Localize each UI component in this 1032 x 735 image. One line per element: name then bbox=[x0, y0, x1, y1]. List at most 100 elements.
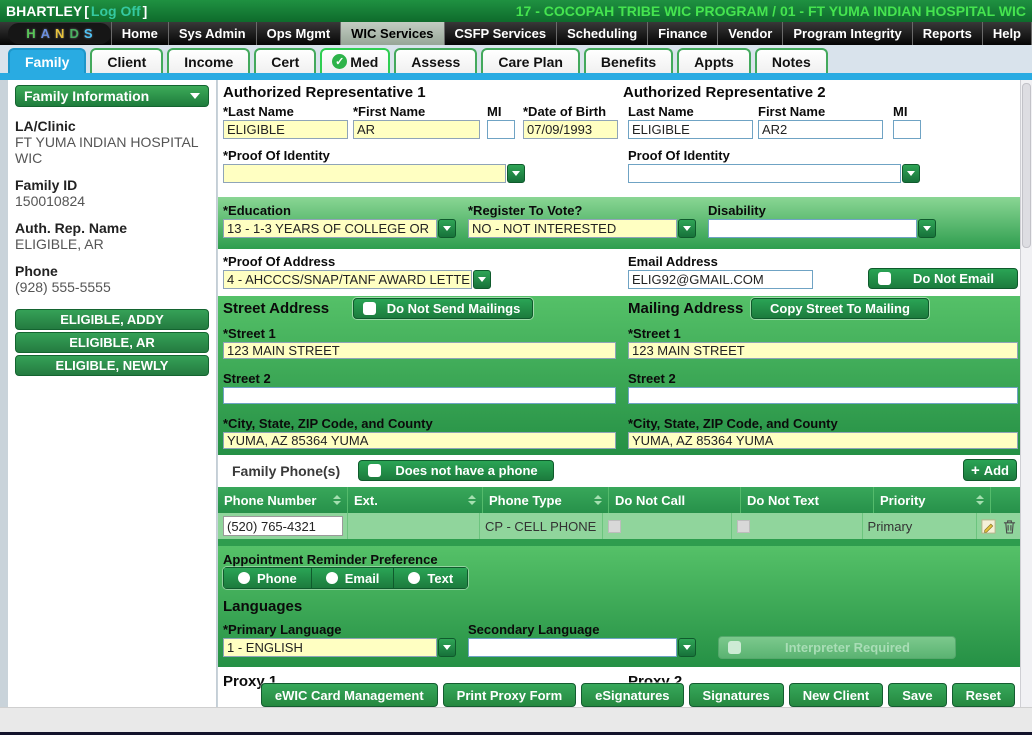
sort-icon[interactable] bbox=[329, 495, 341, 505]
mailing-street2-input[interactable] bbox=[628, 387, 1018, 404]
tab-benefits[interactable]: Benefits bbox=[584, 48, 673, 73]
tab-care-plan[interactable]: Care Plan bbox=[481, 48, 580, 73]
reminder-option-email[interactable]: Email bbox=[311, 567, 394, 589]
dropdown-arrow-icon[interactable] bbox=[507, 164, 525, 183]
family-member-button[interactable]: ELIGIBLE, ADDY bbox=[15, 309, 209, 330]
do-not-email-checkbox[interactable] bbox=[878, 272, 891, 285]
city-state-zip-input[interactable] bbox=[223, 432, 616, 449]
tab-client[interactable]: Client bbox=[90, 48, 163, 73]
tab-med[interactable]: ✓Med bbox=[320, 48, 390, 73]
column-header-do-not-text[interactable]: Do Not Text bbox=[741, 487, 874, 513]
esignatures-button[interactable]: eSignatures bbox=[581, 683, 683, 707]
scrollbar-thumb[interactable] bbox=[1022, 83, 1031, 248]
tab-family[interactable]: Family bbox=[8, 48, 86, 73]
ar2-mi-input[interactable] bbox=[893, 120, 921, 139]
menu-item-sys-admin[interactable]: Sys Admin bbox=[168, 22, 256, 45]
family-information-header[interactable]: Family Information bbox=[15, 85, 209, 107]
column-header-phone-type[interactable]: Phone Type bbox=[483, 487, 609, 513]
add-phone-button[interactable]: + Add bbox=[963, 459, 1017, 481]
tab-cert[interactable]: Cert bbox=[254, 48, 316, 73]
column-header-do-not-call[interactable]: Do Not Call bbox=[609, 487, 741, 513]
do-not-call-checkbox[interactable] bbox=[608, 520, 621, 533]
street2-input[interactable] bbox=[223, 387, 616, 404]
register-vote-select[interactable]: NO - NOT INTERESTED bbox=[468, 219, 696, 238]
no-phone-checkbox[interactable] bbox=[368, 464, 381, 477]
ar1-proof-identity-select[interactable] bbox=[223, 164, 525, 183]
email-input[interactable] bbox=[628, 270, 813, 289]
copy-street-to-mailing-button[interactable]: Copy Street To Mailing bbox=[751, 298, 929, 319]
dropdown-arrow-icon[interactable] bbox=[918, 219, 936, 238]
signatures-button[interactable]: Signatures bbox=[689, 683, 784, 707]
menu-item-program-integrity[interactable]: Program Integrity bbox=[782, 22, 911, 45]
ar1-dob-input[interactable] bbox=[523, 120, 618, 139]
mailing-street1-input[interactable] bbox=[628, 342, 1018, 359]
ar1-last-name-input[interactable] bbox=[223, 120, 348, 139]
menu-item-reports[interactable]: Reports bbox=[912, 22, 982, 45]
tab-income[interactable]: Income bbox=[167, 48, 250, 73]
med-complete-check-icon: ✓ bbox=[332, 54, 347, 69]
record-tabs: Family Client Income Cert ✓Med Assess Ca… bbox=[0, 45, 1032, 73]
column-header-ext[interactable]: Ext. bbox=[348, 487, 483, 513]
ewic-card-management-button[interactable]: eWIC Card Management bbox=[261, 683, 438, 707]
column-header-priority[interactable]: Priority bbox=[874, 487, 991, 513]
menu-item-wic-services[interactable]: WIC Services bbox=[340, 22, 443, 45]
menu-item-ops-mgmt[interactable]: Ops Mgmt bbox=[256, 22, 341, 45]
reminder-option-phone[interactable]: Phone bbox=[223, 567, 311, 589]
primary-language-select[interactable]: 1 - ENGLISH bbox=[223, 638, 456, 657]
proof-address-select[interactable]: 4 - AHCCCS/SNAP/TANF AWARD LETTER bbox=[223, 270, 491, 289]
reminder-option-text[interactable]: Text bbox=[393, 567, 468, 589]
dropdown-arrow-icon[interactable] bbox=[438, 219, 456, 238]
sort-icon[interactable] bbox=[464, 495, 476, 505]
do-not-send-mailings-button[interactable]: Do Not Send Mailings bbox=[353, 298, 533, 319]
disability-label: Disability bbox=[708, 203, 766, 218]
do-not-text-checkbox[interactable] bbox=[737, 520, 750, 533]
mailing-city-state-zip-input[interactable] bbox=[628, 432, 1018, 449]
menu-item-vendor[interactable]: Vendor bbox=[717, 22, 782, 45]
secondary-language-select[interactable] bbox=[468, 638, 696, 657]
row-actions-cell bbox=[977, 513, 1020, 539]
save-button[interactable]: Save bbox=[888, 683, 946, 707]
do-not-send-mailings-checkbox[interactable] bbox=[363, 302, 376, 315]
menu-item-finance[interactable]: Finance bbox=[647, 22, 717, 45]
phone-type-cell: CP - CELL PHONE bbox=[480, 513, 603, 539]
family-form: Authorized Representative 1 Authorized R… bbox=[218, 80, 1020, 707]
top-bar: BHARTLEY [Log Off] 17 - COCOPAH TRIBE WI… bbox=[0, 0, 1032, 22]
education-select[interactable]: 13 - 1-3 YEARS OF COLLEGE OR bbox=[223, 219, 456, 238]
dropdown-arrow-icon[interactable] bbox=[438, 638, 456, 657]
dropdown-arrow-icon[interactable] bbox=[678, 638, 696, 657]
log-off-link[interactable]: Log Off bbox=[91, 3, 141, 19]
menu-item-help[interactable]: Help bbox=[982, 22, 1032, 45]
edit-phone-button[interactable] bbox=[979, 517, 997, 535]
menu-item-csfp-services[interactable]: CSFP Services bbox=[444, 22, 557, 45]
dropdown-arrow-icon[interactable] bbox=[678, 219, 696, 238]
do-not-email-button[interactable]: Do Not Email bbox=[868, 268, 1018, 289]
column-header-phone-number[interactable]: Phone Number bbox=[218, 487, 348, 513]
ar1-first-name-input[interactable] bbox=[353, 120, 480, 139]
street1-input[interactable] bbox=[223, 342, 616, 359]
family-member-button[interactable]: ELIGIBLE, AR bbox=[15, 332, 209, 353]
tab-notes[interactable]: Notes bbox=[755, 48, 828, 73]
tab-appts[interactable]: Appts bbox=[677, 48, 751, 73]
ar2-proof-identity-select[interactable] bbox=[628, 164, 920, 183]
family-member-button[interactable]: ELIGIBLE, NEWLY bbox=[15, 355, 209, 376]
phone-number-row-input[interactable] bbox=[223, 516, 343, 536]
dropdown-arrow-icon[interactable] bbox=[473, 270, 491, 289]
sort-icon[interactable] bbox=[972, 495, 984, 505]
vertical-scrollbar[interactable] bbox=[1020, 80, 1032, 707]
sort-icon[interactable] bbox=[590, 495, 602, 505]
disability-select[interactable] bbox=[708, 219, 936, 238]
dropdown-arrow-icon[interactable] bbox=[902, 164, 920, 183]
ar1-mi-input[interactable] bbox=[487, 120, 515, 139]
ar2-last-name-input[interactable] bbox=[628, 120, 753, 139]
reset-button[interactable]: Reset bbox=[952, 683, 1015, 707]
new-client-button[interactable]: New Client bbox=[789, 683, 883, 707]
ar2-first-name-input[interactable] bbox=[758, 120, 883, 139]
delete-phone-button[interactable] bbox=[1000, 517, 1018, 535]
menu-item-scheduling[interactable]: Scheduling bbox=[556, 22, 647, 45]
family-member-list: ELIGIBLE, ADDY ELIGIBLE, AR ELIGIBLE, NE… bbox=[15, 309, 209, 376]
mailing-city-state-zip-label: *City, State, ZIP Code, and County bbox=[628, 416, 838, 431]
tab-assess[interactable]: Assess bbox=[394, 48, 477, 73]
no-phone-button[interactable]: Does not have a phone bbox=[358, 460, 554, 481]
print-proxy-form-button[interactable]: Print Proxy Form bbox=[443, 683, 576, 707]
menu-item-home[interactable]: Home bbox=[111, 22, 168, 45]
